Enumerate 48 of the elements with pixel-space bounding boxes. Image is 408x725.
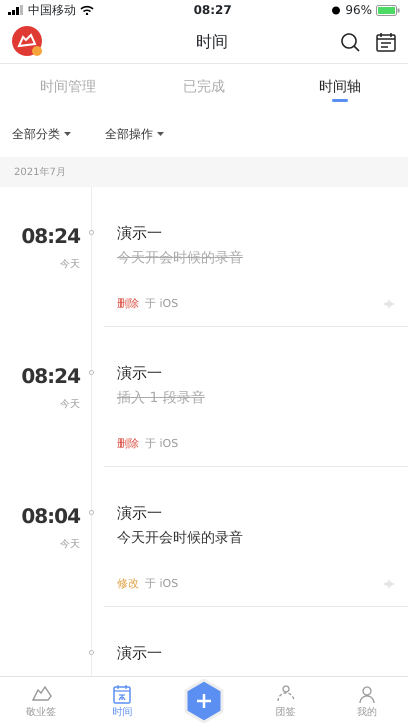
clock-time: 08:27 (194, 2, 232, 19)
entry-day: 今天 (60, 537, 80, 552)
nav-tab[interactable]: 我的 (326, 682, 408, 720)
signal-icon (8, 5, 24, 15)
caret-icon (64, 132, 71, 136)
entry-title: 演示一 (117, 644, 162, 662)
battery-percent: 96% (345, 2, 372, 19)
nav-tab[interactable]: 时间 (82, 682, 164, 720)
calendar-icon (111, 682, 134, 704)
entry-text: 今天开会时候的录音 (117, 530, 243, 546)
source-label: 于 iOS (145, 296, 178, 312)
entry-day: 今天 (60, 397, 80, 412)
page-title: 时间 (195, 30, 229, 52)
timeline-dot (89, 370, 94, 375)
timeline-dot (89, 510, 94, 515)
carrier-name: 中国移动 (28, 2, 76, 19)
calendar-button[interactable] (376, 32, 396, 52)
entry-day: 今天 (60, 257, 80, 272)
nav-tab[interactable]: 敬业签 (0, 682, 82, 720)
source-label: 于 iOS (145, 436, 178, 452)
search-button[interactable] (340, 32, 360, 52)
entry-title: 演示一 (117, 364, 162, 382)
caret-icon (157, 132, 164, 136)
tab[interactable]: 时间轴 (272, 64, 408, 110)
tab[interactable]: 时间管理 (0, 64, 136, 110)
tab[interactable]: 已完成 (136, 64, 272, 110)
calendar-icon (376, 32, 396, 52)
nav-tab[interactable]: 团签 (244, 682, 326, 720)
action-label: 删除 (117, 296, 139, 312)
entry-time: 08:04 (21, 505, 80, 527)
entry-text: 插入 1 段录音 (117, 390, 205, 406)
search-icon (340, 32, 360, 52)
timeline-dot (89, 650, 94, 655)
timeline-dot (89, 230, 94, 235)
entry-title: 演示一 (117, 504, 162, 522)
action-label: 删除 (117, 436, 139, 452)
wifi-icon (80, 5, 94, 15)
battery-icon (376, 4, 400, 16)
app-logo-icon (12, 26, 44, 58)
action-label: 修改 (117, 576, 139, 592)
entry-title: 演示一 (117, 224, 162, 242)
filter-dropdown[interactable]: 全部操作 (105, 124, 164, 142)
filter-dropdown[interactable]: 全部分类 (12, 124, 71, 142)
entry-time: 08:24 (21, 365, 80, 387)
source-label: 于 iOS (145, 576, 178, 592)
entry-text: 今天开会时候的录音 (117, 250, 243, 266)
month-label: 2021年7月 (14, 166, 66, 180)
entry-time: 08:24 (21, 225, 80, 247)
